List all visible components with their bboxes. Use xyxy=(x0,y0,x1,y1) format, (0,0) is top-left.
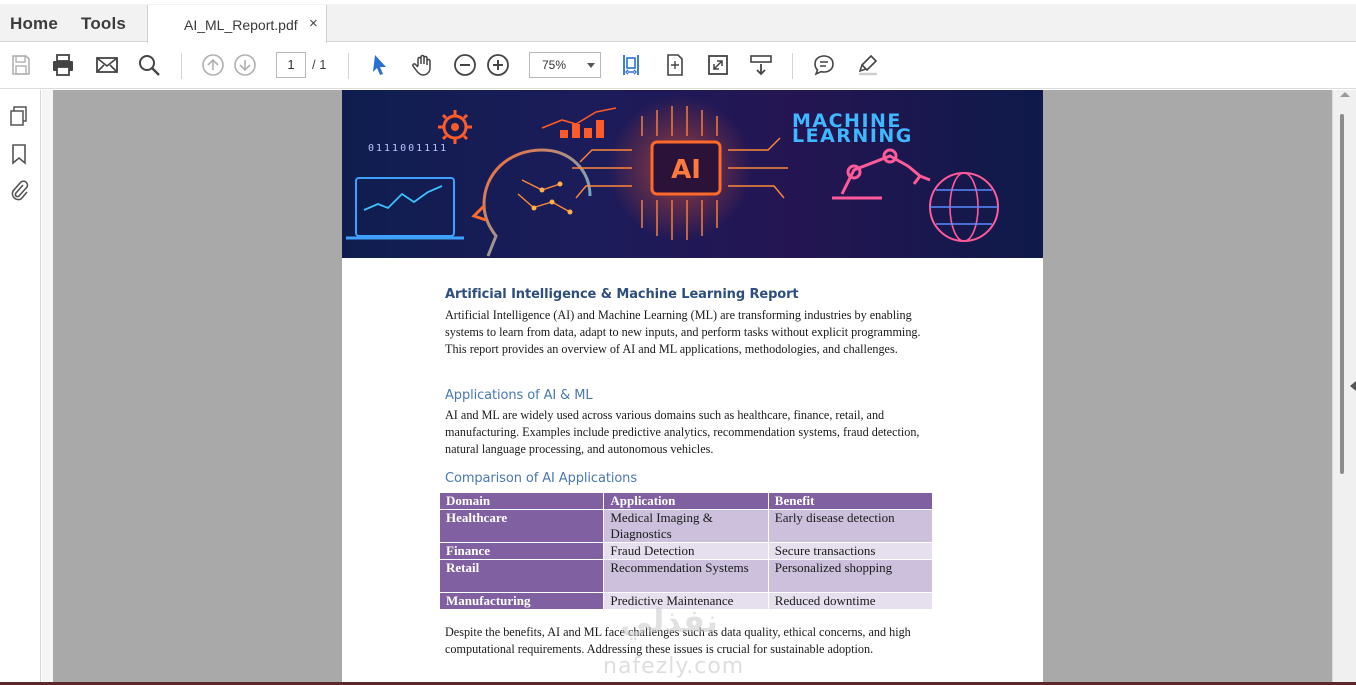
table-cell-application: Predictive Maintenance xyxy=(603,592,769,610)
expand-right-pane-icon[interactable] xyxy=(1350,381,1356,391)
table-header-row: Domain Application Benefit xyxy=(438,492,934,510)
tab-bar: Home Tools AI_ML_Report.pdf × xyxy=(0,0,1356,43)
fit-page-icon[interactable] xyxy=(618,52,644,78)
zoom-out-icon[interactable] xyxy=(452,52,478,78)
page-thumbnails-icon[interactable] xyxy=(8,105,30,127)
read-mode-icon[interactable] xyxy=(748,52,774,78)
hand-tool-icon[interactable] xyxy=(410,52,436,78)
table-row: Retail Recommendation Systems Personaliz… xyxy=(438,559,934,593)
table-header-cell: Benefit xyxy=(767,492,934,510)
table-cell-benefit: Reduced downtime xyxy=(767,592,934,610)
viewer-gutter xyxy=(42,90,53,685)
report-title: Artificial Intelligence & Machine Learni… xyxy=(445,287,799,302)
search-icon[interactable] xyxy=(136,52,162,78)
toolbar-separator xyxy=(181,53,182,79)
table-cell-domain: Finance xyxy=(438,542,605,560)
bookmarks-icon[interactable] xyxy=(8,143,30,165)
full-screen-icon[interactable] xyxy=(705,52,731,78)
comparison-heading: Comparison of AI Applications xyxy=(445,471,637,486)
email-icon[interactable] xyxy=(94,52,120,78)
print-icon[interactable] xyxy=(50,52,76,78)
save-icon[interactable] xyxy=(8,52,34,78)
table-cell-benefit: Early disease detection xyxy=(767,509,934,543)
table-row: Finance Fraud Detection Secure transacti… xyxy=(438,542,934,560)
zoom-level-dropdown[interactable]: 75% xyxy=(529,52,601,78)
home-tab[interactable]: Home xyxy=(10,14,58,34)
zoom-in-icon[interactable] xyxy=(485,52,511,78)
tools-tab[interactable]: Tools xyxy=(81,14,126,34)
table-cell-application: Recommendation Systems xyxy=(603,559,769,593)
previous-page-icon[interactable] xyxy=(200,52,226,78)
pdf-page-content: Artificial Intelligence & Machine Learni… xyxy=(342,90,1043,685)
document-tab-title: AI_ML_Report.pdf xyxy=(184,17,298,33)
select-tool-icon[interactable] xyxy=(367,52,393,78)
comment-icon[interactable] xyxy=(811,52,837,78)
table-header-cell: Domain xyxy=(438,492,605,510)
attachments-icon[interactable] xyxy=(8,179,30,201)
toolbar-separator xyxy=(792,53,793,79)
applications-paragraph: AI and ML are widely used across various… xyxy=(445,408,920,456)
table-cell-application: Medical Imaging & Diagnostics xyxy=(603,509,769,543)
next-page-icon[interactable] xyxy=(232,52,258,78)
closing-paragraph: Despite the benefits, AI and ML face cha… xyxy=(445,625,911,656)
intro-paragraph: Artificial Intelligence (AI) and Machine… xyxy=(445,308,921,356)
table-cell-domain: Manufacturing xyxy=(438,592,605,610)
toolbar: 1 / 1 75% xyxy=(0,43,1356,89)
toolbar-separator xyxy=(348,53,349,79)
comparison-table: Domain Application Benefit Healthcare Me… xyxy=(438,492,934,610)
document-tab[interactable]: AI_ML_Report.pdf × xyxy=(147,5,327,43)
table-cell-benefit: Secure transactions xyxy=(767,542,934,560)
table-cell-domain: Healthcare xyxy=(438,509,605,543)
title-strip xyxy=(0,0,1356,4)
table-cell-domain: Retail xyxy=(438,559,605,593)
table-header-cell: Application xyxy=(603,492,769,510)
table-row: Healthcare Medical Imaging & Diagnostics… xyxy=(438,509,934,543)
table-cell-benefit: Personalized shopping xyxy=(767,559,934,593)
navigation-pane xyxy=(0,90,41,685)
close-tab-icon[interactable]: × xyxy=(309,15,318,32)
scroll-thumb[interactable] xyxy=(1340,114,1344,474)
page-total: / 1 xyxy=(312,57,327,72)
scroll-up-icon[interactable] xyxy=(1340,92,1350,97)
table-cell-application: Fraud Detection xyxy=(603,542,769,560)
page-number-input[interactable]: 1 xyxy=(276,52,306,78)
rotate-page-icon[interactable] xyxy=(662,52,688,78)
chevron-down-icon xyxy=(587,63,595,68)
applications-heading: Applications of AI & ML xyxy=(445,388,593,403)
zoom-level-value: 75% xyxy=(542,58,567,72)
table-row: Manufacturing Predictive Maintenance Red… xyxy=(438,592,934,610)
highlight-icon[interactable] xyxy=(855,52,881,78)
